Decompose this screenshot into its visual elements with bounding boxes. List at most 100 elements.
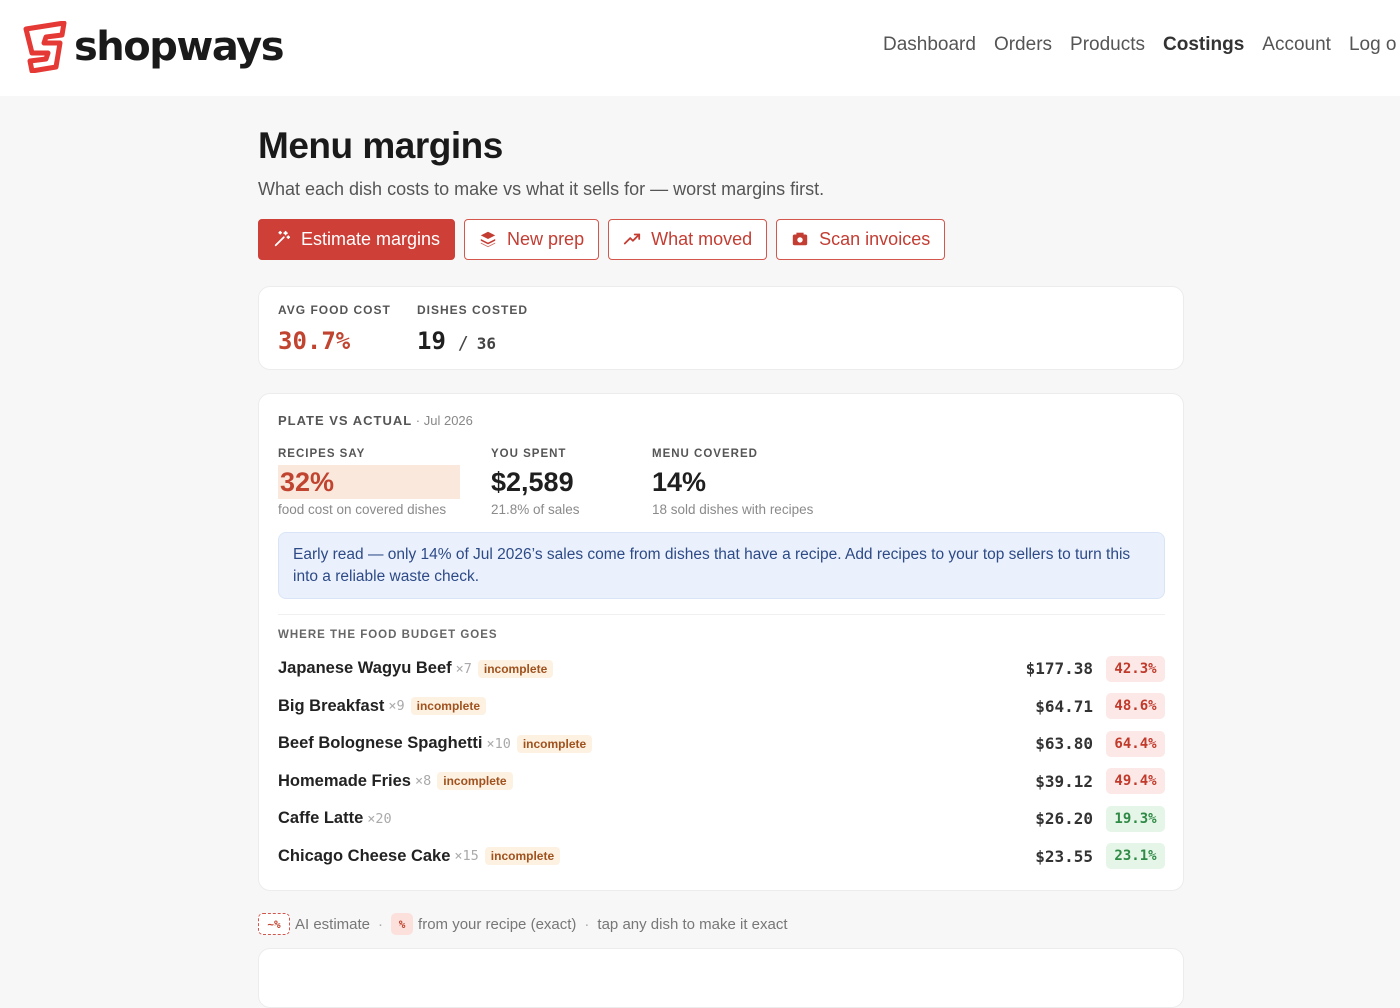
slash: /	[457, 333, 469, 354]
layers-icon	[480, 231, 496, 248]
nav-products[interactable]: Products	[1070, 34, 1145, 56]
dishes-costed-count: 19	[417, 327, 446, 355]
recipes-say-note: food cost on covered dishes	[278, 502, 447, 517]
dishes-costed-label: DISHES COSTED	[417, 303, 529, 317]
brand-name: shopways	[74, 24, 285, 70]
new-prep-label: New prep	[507, 228, 585, 249]
dish-amount: $39.12	[1035, 771, 1093, 791]
dish-name: Caffe Latte	[278, 809, 364, 828]
legend-hint: tap any dish to make it exact	[597, 915, 788, 933]
dish-qty: ×9	[388, 698, 405, 715]
ai-estimate-label: AI estimate	[295, 915, 371, 933]
dish-amount: $64.71	[1035, 696, 1093, 716]
dish-qty: ×10	[486, 735, 511, 752]
avg-food-cost-kpi: AVG FOOD COST 30.7%	[278, 303, 391, 355]
brand-logo[interactable]: shopways	[22, 20, 285, 74]
dish-amount: $177.38	[1025, 659, 1093, 679]
dishes-total: 36	[476, 334, 497, 353]
food-cost-percent: 48.6%	[1106, 693, 1165, 720]
dish-row[interactable]: Japanese Wagyu Beef ×7 incomplete $177.3…	[278, 650, 1165, 688]
top-navbar: shopways Dashboard Orders Products Costi…	[0, 0, 1400, 96]
nav-orders[interactable]: Orders	[994, 34, 1052, 56]
dish-qty: ×15	[454, 848, 479, 865]
menu-covered-value: 14%	[652, 467, 707, 497]
avg-food-cost-label: AVG FOOD COST	[278, 303, 391, 317]
you-spent-metric: YOU SPENT $2,589 21.8% of sales	[491, 448, 580, 517]
dishes-costed-kpi: DISHES COSTED 19 / 36	[417, 303, 528, 355]
food-cost-percent: 42.3%	[1106, 655, 1165, 682]
nav-dashboard[interactable]: Dashboard	[883, 34, 976, 56]
legend: ~% AI estimate · % from your recipe (exa…	[258, 913, 788, 935]
food-cost-percent: 19.3%	[1106, 805, 1165, 832]
budget-heading: WHERE THE FOOD BUDGET GOES	[278, 629, 498, 641]
what-moved-label: What moved	[651, 228, 753, 249]
menu-covered-label: MENU COVERED	[652, 448, 758, 460]
plate-vs-actual-card: PLATE VS ACTUAL · Jul 2026 RECIPES SAY 3…	[258, 393, 1184, 891]
recipes-say-label: RECIPES SAY	[278, 448, 366, 460]
incomplete-badge: incomplete	[516, 734, 593, 753]
dish-qty: ×20	[367, 810, 392, 827]
exact-chip: %	[391, 913, 414, 935]
dish-amount: $23.55	[1035, 846, 1093, 866]
food-cost-percent: 64.4%	[1106, 730, 1165, 757]
dishes-costed-value: 19 / 36	[417, 327, 528, 355]
section-period: · Jul 2026	[415, 413, 473, 428]
trend-up-icon	[623, 233, 641, 245]
estimate-margins-label: Estimate margins	[301, 228, 441, 249]
exact-label: from your recipe (exact)	[418, 915, 577, 933]
recipes-say-metric: RECIPES SAY 32% food cost on covered dis…	[278, 448, 460, 517]
dish-amount: $26.20	[1035, 809, 1093, 829]
recipes-say-value: 32%	[278, 465, 460, 499]
dish-name: Beef Bolognese Spaghetti	[278, 734, 483, 753]
page-subtitle: What each dish costs to make vs what it …	[258, 178, 825, 199]
incomplete-badge: incomplete	[484, 847, 561, 866]
menu-covered-metric: MENU COVERED 14% 18 sold dishes with rec…	[652, 448, 813, 517]
camera-icon	[792, 232, 808, 246]
dish-row[interactable]: Beef Bolognese Spaghetti ×10 incomplete …	[278, 725, 1165, 763]
scan-invoices-label: Scan invoices	[819, 228, 931, 249]
dish-amount: $63.80	[1035, 734, 1093, 754]
dish-row[interactable]: Big Breakfast ×9 incomplete $64.71 48.6%	[278, 688, 1165, 726]
you-spent-value: $2,589	[491, 467, 574, 497]
section-title: PLATE VS ACTUAL	[278, 413, 413, 428]
legend-separator: ·	[378, 915, 384, 933]
incomplete-badge: incomplete	[410, 697, 486, 716]
new-prep-button[interactable]: New prep	[464, 218, 600, 260]
food-cost-percent: 49.4%	[1106, 768, 1165, 795]
action-bar: Estimate margins New prep What moved Sca…	[258, 218, 1184, 260]
dish-name: Big Breakfast	[278, 696, 385, 715]
what-moved-button[interactable]: What moved	[608, 218, 768, 260]
nav-costings[interactable]: Costings	[1163, 34, 1244, 56]
main-nav: Dashboard Orders Products Costings Accou…	[883, 34, 1400, 56]
dish-name: Chicago Cheese Cake	[278, 846, 451, 865]
incomplete-badge: incomplete	[477, 659, 554, 678]
estimate-margins-button[interactable]: Estimate margins	[258, 218, 456, 260]
menu-covered-note: 18 sold dishes with recipes	[652, 502, 814, 517]
dish-list: Japanese Wagyu Beef ×7 incomplete $177.3…	[278, 650, 1165, 875]
info-callout: Early read — only 14% of Jul 2026’s sale…	[278, 532, 1165, 599]
you-spent-note: 21.8% of sales	[491, 502, 580, 517]
ai-estimate-chip: ~%	[258, 913, 290, 935]
plate-vs-actual-heading: PLATE VS ACTUAL · Jul 2026	[278, 413, 473, 428]
summary-card: AVG FOOD COST 30.7% DISHES COSTED 19 / 36	[258, 286, 1184, 370]
avg-food-cost-value: 30.7%	[278, 327, 351, 355]
dish-name: Japanese Wagyu Beef	[278, 659, 452, 678]
nav-logout[interactable]: Log o	[1349, 34, 1397, 56]
magic-wand-icon	[274, 231, 291, 247]
incomplete-badge: incomplete	[437, 772, 513, 791]
page-title: Menu margins	[258, 125, 503, 166]
dish-row[interactable]: Caffe Latte ×20 $26.20 19.3%	[278, 800, 1165, 838]
food-cost-percent: 23.1%	[1106, 843, 1165, 870]
dish-qty: ×8	[414, 773, 432, 790]
next-card	[258, 948, 1184, 1008]
shopways-logo-icon	[23, 21, 67, 73]
dish-row[interactable]: Chicago Cheese Cake ×15 incomplete $23.5…	[278, 838, 1165, 876]
legend-separator: ·	[584, 915, 590, 933]
dish-row[interactable]: Homemade Fries ×8 incomplete $39.12 49.4…	[278, 763, 1165, 801]
you-spent-label: YOU SPENT	[491, 448, 567, 460]
dish-name: Homemade Fries	[278, 771, 411, 790]
divider	[278, 614, 1165, 615]
scan-invoices-button[interactable]: Scan invoices	[776, 218, 946, 260]
dish-qty: ×7	[455, 660, 472, 677]
nav-account[interactable]: Account	[1262, 34, 1331, 56]
